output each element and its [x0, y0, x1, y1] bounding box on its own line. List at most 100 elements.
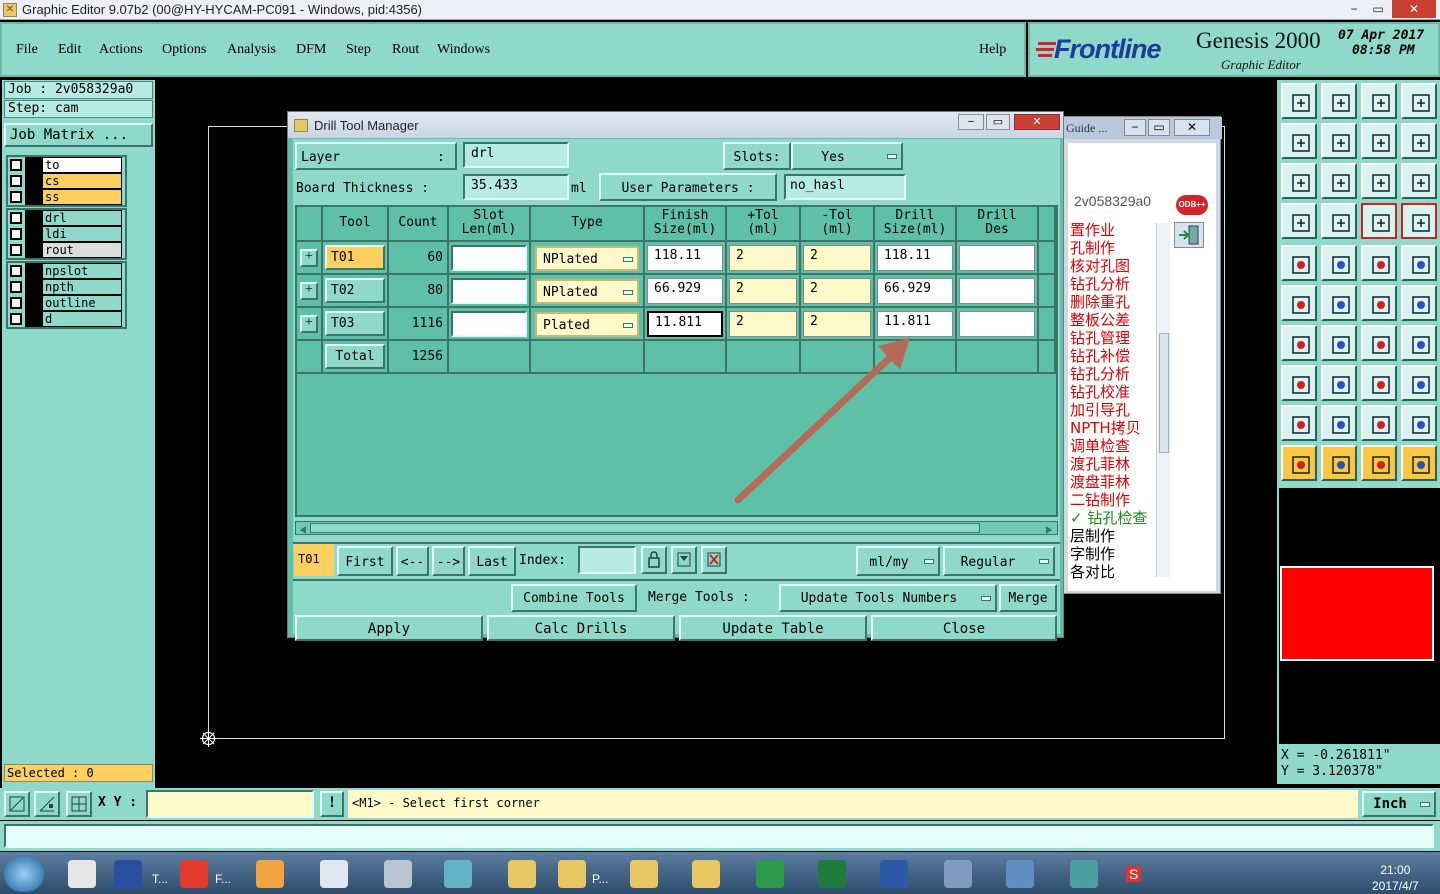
lock-icon[interactable]	[641, 546, 667, 574]
dialog-close-x-button[interactable]: ✕	[1014, 114, 1060, 130]
layer-name[interactable]: drl	[42, 210, 122, 226]
layer-checkbox[interactable]	[10, 212, 22, 224]
layer-checkbox[interactable]	[10, 228, 22, 240]
merge-option-select[interactable]: Update Tools Numbers	[779, 584, 997, 612]
menu-help[interactable]: Help	[979, 42, 1006, 58]
dialog-minimize-button[interactable]: −	[958, 114, 984, 130]
index-input[interactable]	[578, 546, 636, 574]
swap-icon[interactable]	[1361, 123, 1397, 159]
expand-icon[interactable]: +	[300, 315, 318, 333]
guide-task-item[interactable]: 各对比	[1070, 563, 1160, 581]
layer-row[interactable]: ss	[8, 189, 125, 205]
layer-row[interactable]: drl	[8, 210, 125, 226]
drill-des-input[interactable]	[959, 311, 1035, 337]
type-select[interactable]: NPlated	[535, 279, 639, 304]
layer-checkbox[interactable]	[10, 265, 22, 277]
hscroll-thumb[interactable]	[310, 523, 980, 533]
window-app-icon[interactable]	[944, 860, 972, 888]
slope-icon[interactable]	[1321, 325, 1357, 361]
minus-icon[interactable]	[1321, 365, 1357, 401]
tray-icons[interactable]: S	[1126, 866, 1142, 882]
grid-icon[interactable]	[66, 791, 92, 817]
close-button[interactable]: Close	[871, 615, 1057, 641]
filter-icon[interactable]	[671, 546, 697, 574]
select-icon[interactable]	[1321, 445, 1357, 481]
resize-icon[interactable]	[1361, 365, 1397, 401]
tool-button[interactable]: T03	[325, 311, 385, 336]
layer-checkbox[interactable]	[10, 159, 22, 171]
settings-icon[interactable]	[1281, 203, 1317, 239]
fit-icon[interactable]	[1281, 163, 1317, 199]
layer-name[interactable]: d	[42, 311, 122, 327]
slot-len-input[interactable]	[451, 278, 527, 304]
shell-app-icon[interactable]	[256, 860, 284, 888]
selection-preview[interactable]	[1280, 566, 1434, 661]
guide-task-item[interactable]: 孔制作	[1070, 239, 1160, 257]
menu-windows[interactable]: Windows	[437, 42, 490, 58]
units-dropdown[interactable]: Inch	[1362, 791, 1436, 817]
guide-task-item[interactable]: NPTH拷贝	[1070, 419, 1160, 437]
minus-tol-input[interactable]: 2	[803, 278, 871, 304]
xy-input[interactable]	[146, 790, 314, 818]
route-icon[interactable]	[1401, 445, 1437, 481]
layer-row[interactable]: cs	[8, 173, 125, 189]
menu-rout[interactable]: Rout	[392, 42, 419, 58]
apply-button[interactable]: Apply	[295, 615, 483, 641]
guide-task-item[interactable]: 置作业	[1070, 221, 1160, 239]
layer-row[interactable]: d	[8, 311, 125, 327]
menu-options[interactable]: Options	[162, 42, 206, 58]
menu-edit[interactable]: Edit	[58, 42, 81, 58]
next-button[interactable]: -->	[432, 546, 465, 576]
close-window-button[interactable]: ✕	[1392, 0, 1436, 18]
guide-task-item[interactable]: 钻孔管理	[1070, 329, 1160, 347]
units-select[interactable]: ml/my	[856, 546, 940, 576]
layer-checkbox[interactable]	[10, 175, 22, 187]
tool-button[interactable]: T02	[325, 278, 385, 303]
layer-name[interactable]: outline	[42, 295, 122, 311]
edge-icon[interactable]	[1281, 325, 1317, 361]
layer-checkbox[interactable]	[10, 313, 22, 325]
scroll-right-icon[interactable]	[1044, 523, 1054, 534]
layer-name[interactable]: npth	[42, 279, 122, 295]
foxit-icon[interactable]	[180, 860, 208, 888]
type-select[interactable]: Plated	[535, 312, 639, 337]
guide-task-item[interactable]: 钻孔分析	[1070, 275, 1160, 293]
start-button[interactable]	[4, 856, 44, 892]
align-icon[interactable]	[1401, 325, 1437, 361]
expand-icon[interactable]: +	[300, 249, 318, 267]
layer-row[interactable]: ldi	[8, 226, 125, 242]
layer-name[interactable]: cs	[42, 173, 122, 189]
scroll-left-icon[interactable]	[298, 523, 308, 534]
guide-task-item[interactable]: 钻孔分析	[1070, 365, 1160, 383]
guide-task-item[interactable]: 删除重孔	[1070, 293, 1160, 311]
delete-icon[interactable]	[701, 546, 727, 574]
last-button[interactable]: Last	[468, 546, 516, 576]
guide-task-item[interactable]: 整板公差	[1070, 311, 1160, 329]
layer-checkbox[interactable]	[10, 297, 22, 309]
a-alt-icon[interactable]	[1401, 405, 1437, 441]
menu-dfm[interactable]: DFM	[296, 42, 326, 58]
merge-button[interactable]: Merge	[999, 584, 1057, 612]
maximize-button[interactable]: ▭	[1364, 0, 1392, 18]
zoom-fit-icon[interactable]	[1321, 163, 1357, 199]
tool-button[interactable]: T01	[325, 245, 385, 270]
finish-size-input[interactable]: 66.929	[647, 278, 723, 304]
clock[interactable]: 21:00 2017/4/7	[1372, 862, 1419, 894]
zoom-area-icon[interactable]	[4, 791, 30, 817]
exit-icon[interactable]	[1174, 222, 1204, 248]
layer-name[interactable]: ldi	[42, 226, 122, 242]
measure-icon[interactable]	[34, 791, 60, 817]
layer-name[interactable]: npslot	[42, 263, 122, 279]
calc-drills-button[interactable]: Calc Drills	[487, 615, 675, 641]
first-button[interactable]: First	[337, 546, 393, 576]
finish-size-input[interactable]: 11.811	[647, 311, 723, 337]
menu-analysis[interactable]: Analysis	[227, 42, 276, 58]
dialog-maximize-button[interactable]: ▭	[986, 114, 1010, 130]
slots-select[interactable]: Yes	[791, 142, 903, 170]
layers-red-icon[interactable]	[1361, 203, 1397, 239]
layer-name[interactable]: ss	[42, 189, 122, 205]
slot-len-input[interactable]	[451, 311, 527, 337]
scale-icon[interactable]	[1361, 163, 1397, 199]
guide-task-item[interactable]: 加引导孔	[1070, 401, 1160, 419]
layer-name[interactable]: rout	[42, 242, 122, 258]
